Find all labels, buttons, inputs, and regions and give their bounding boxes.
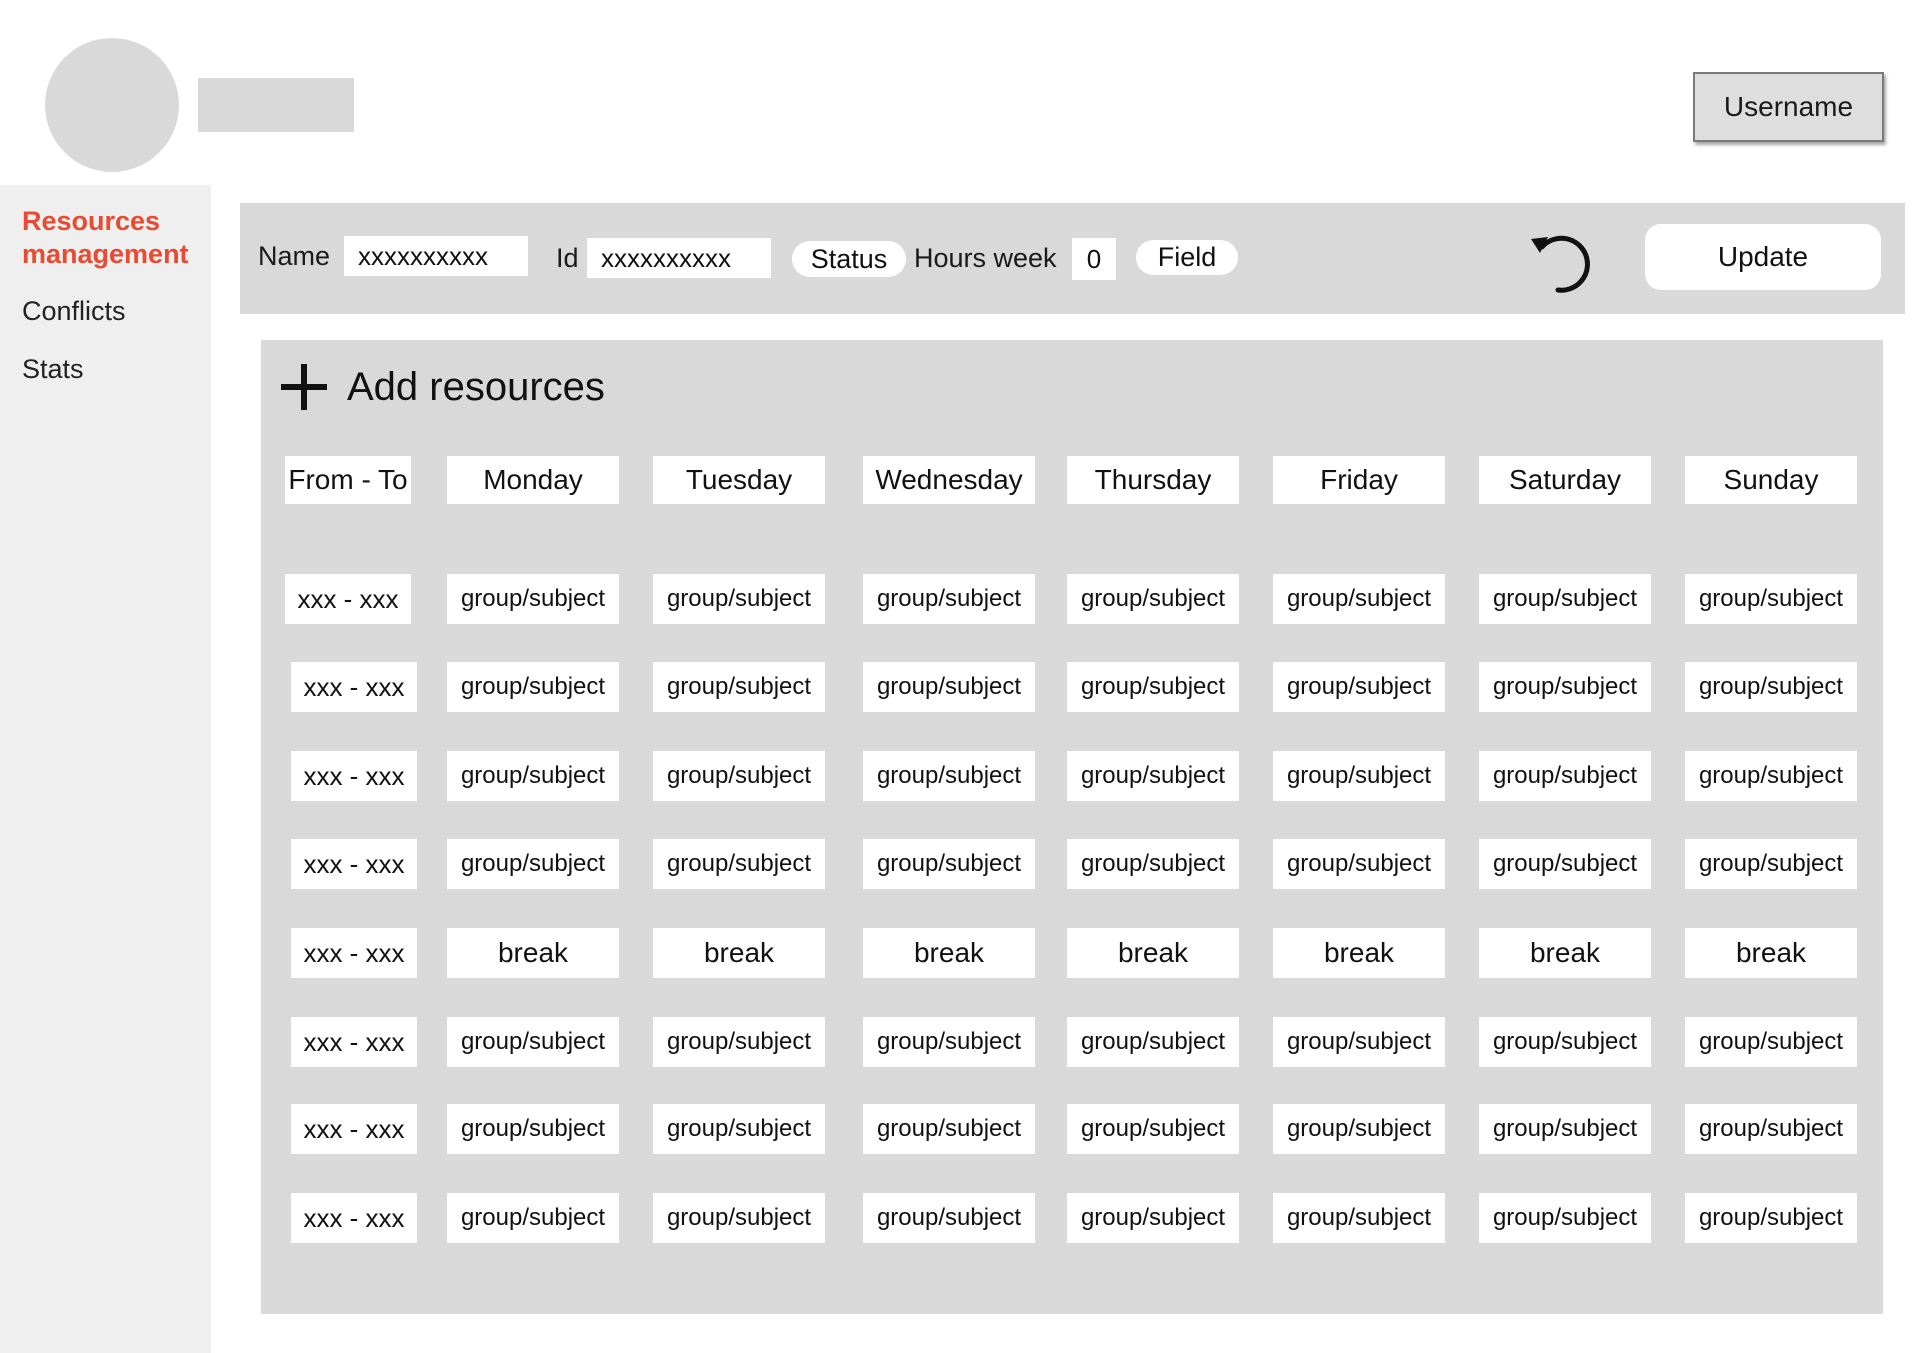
time-slot-cell: xxx - xxx [291,928,417,978]
schedule-cell[interactable]: group/subject [653,839,825,889]
break-cell[interactable]: break [653,928,825,978]
schedule-cell[interactable]: group/subject [447,1017,619,1067]
schedule-cell[interactable]: group/subject [447,1193,619,1243]
sidebar-item-stats[interactable]: Stats [22,353,84,386]
schedule-cell[interactable]: group/subject [1685,751,1857,801]
time-slot-cell: xxx - xxx [291,751,417,801]
schedule-cell[interactable]: group/subject [1479,1193,1651,1243]
schedule-cell[interactable]: group/subject [447,839,619,889]
column-header-tuesday: Tuesday [653,456,825,504]
schedule-cell[interactable]: group/subject [653,751,825,801]
update-button[interactable]: Update [1645,224,1881,290]
schedule-cell[interactable]: group/subject [447,662,619,712]
schedule-cell[interactable]: group/subject [1479,751,1651,801]
schedule-cell[interactable]: group/subject [1479,662,1651,712]
schedule-cell[interactable]: group/subject [653,1104,825,1154]
time-slot-cell: xxx - xxx [285,574,411,624]
column-header-thursday: Thursday [1067,456,1239,504]
schedule-cell[interactable]: group/subject [1273,751,1445,801]
sidebar-item-conflicts[interactable]: Conflicts [22,295,126,328]
sidebar: Resources management Conflicts Stats [0,185,211,1353]
status-dropdown[interactable]: Status [792,241,906,277]
column-header-wednesday: Wednesday [863,456,1035,504]
schedule-cell[interactable]: group/subject [1067,1017,1239,1067]
schedule-cell[interactable]: group/subject [1273,662,1445,712]
break-cell[interactable]: break [1685,928,1857,978]
time-slot-cell: xxx - xxx [291,662,417,712]
schedule-cell[interactable]: group/subject [863,662,1035,712]
schedule-cell[interactable]: group/subject [863,574,1035,624]
schedule-cell[interactable]: group/subject [863,839,1035,889]
time-slot-cell: xxx - xxx [291,1017,417,1067]
id-label: Id [556,243,579,273]
schedule-cell[interactable]: group/subject [653,1193,825,1243]
schedule-cell[interactable]: group/subject [1685,662,1857,712]
hours-week-label: Hours week [914,243,1057,273]
avatar [45,38,179,172]
schedule-cell[interactable]: group/subject [653,1017,825,1067]
time-slot-cell: xxx - xxx [291,1193,417,1243]
schedule-cell[interactable]: group/subject [1273,1104,1445,1154]
time-slot-cell: xxx - xxx [291,839,417,889]
schedule-cell[interactable]: group/subject [447,751,619,801]
logo-placeholder [198,78,354,132]
schedule-cell[interactable]: group/subject [653,662,825,712]
name-field[interactable]: xxxxxxxxxx [344,236,528,276]
schedule-panel: Add resources From - To Monday Tuesday Wedn… [261,340,1883,1314]
schedule-cell[interactable]: group/subject [1479,839,1651,889]
time-slot-cell: xxx - xxx [291,1104,417,1154]
schedule-cell[interactable]: group/subject [1067,839,1239,889]
schedule-cell[interactable]: group/subject [1273,1017,1445,1067]
schedule-cell[interactable]: group/subject [447,1104,619,1154]
schedule-cell[interactable]: group/subject [653,574,825,624]
schedule-cell[interactable]: group/subject [863,1104,1035,1154]
schedule-cell[interactable]: group/subject [1273,839,1445,889]
column-header-sunday: Sunday [1685,456,1857,504]
field-dropdown[interactable]: Field [1136,240,1238,275]
schedule-cell[interactable]: group/subject [1273,574,1445,624]
column-header-from-to: From - To [285,456,411,504]
schedule-cell[interactable]: group/subject [1685,574,1857,624]
column-header-saturday: Saturday [1479,456,1651,504]
filter-bar: Name xxxxxxxxxx Id xxxxxxxxxx Status Hou… [240,203,1905,314]
schedule-cell[interactable]: group/subject [1067,1104,1239,1154]
schedule-cell[interactable]: group/subject [1479,1017,1651,1067]
break-cell[interactable]: break [1067,928,1239,978]
id-field[interactable]: xxxxxxxxxx [587,238,771,278]
schedule-cell[interactable]: group/subject [1067,662,1239,712]
username-button[interactable]: Username [1693,72,1884,142]
plus-icon [281,364,327,410]
schedule-cell[interactable]: group/subject [1067,751,1239,801]
schedule-cell[interactable]: group/subject [1685,1017,1857,1067]
schedule-cell[interactable]: group/subject [1273,1193,1445,1243]
schedule-cell[interactable]: group/subject [1685,1193,1857,1243]
schedule-cell[interactable]: group/subject [863,1017,1035,1067]
schedule-cell[interactable]: group/subject [1067,1193,1239,1243]
break-cell[interactable]: break [1479,928,1651,978]
schedule-cell[interactable]: group/subject [1685,839,1857,889]
refresh-icon[interactable] [1520,221,1600,301]
schedule-cell[interactable]: group/subject [863,1193,1035,1243]
schedule-cell[interactable]: group/subject [863,751,1035,801]
sidebar-item-resources-management[interactable]: Resources management [22,205,207,271]
schedule-cell[interactable]: group/subject [447,574,619,624]
schedule-cell[interactable]: group/subject [1685,1104,1857,1154]
add-resources-label: Add resources [347,364,605,409]
hours-week-field[interactable]: 0 [1072,238,1116,280]
name-label: Name [258,241,331,271]
schedule-cell[interactable]: group/subject [1479,1104,1651,1154]
column-header-friday: Friday [1273,456,1445,504]
break-cell[interactable]: break [447,928,619,978]
schedule-cell[interactable]: group/subject [1479,574,1651,624]
add-resources-button[interactable]: Add resources [279,358,605,416]
column-header-monday: Monday [447,456,619,504]
schedule-cell[interactable]: group/subject [1067,574,1239,624]
break-cell[interactable]: break [863,928,1035,978]
break-cell[interactable]: break [1273,928,1445,978]
